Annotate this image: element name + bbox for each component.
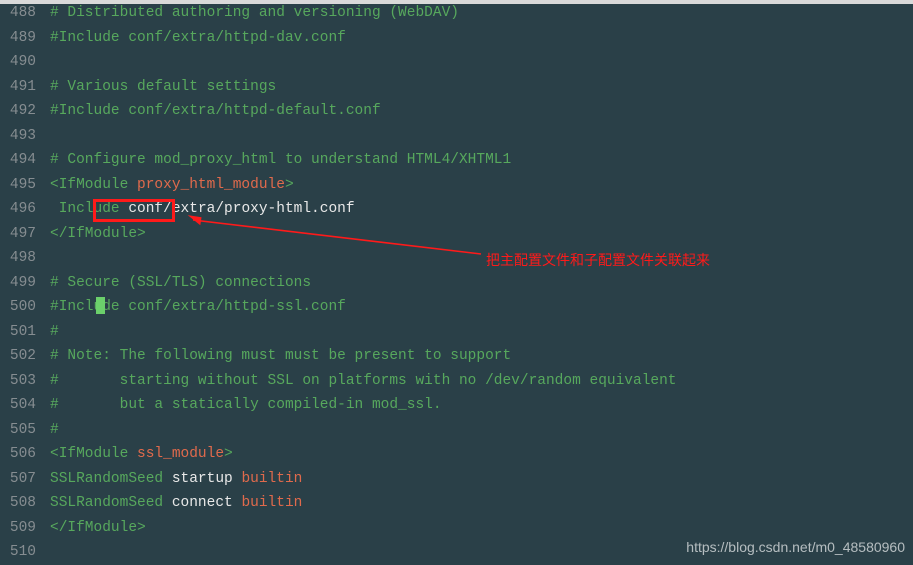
line-number: 501 (0, 320, 36, 345)
code-token: # but a statically compiled-in mod_ssl. (50, 397, 442, 413)
line-number: 497 (0, 222, 36, 247)
code-line[interactable]: </IfModule> (50, 222, 913, 247)
line-number: 491 (0, 75, 36, 100)
code-token: </IfModule> (50, 226, 146, 242)
code-token: <IfModule (50, 177, 137, 193)
code-line[interactable]: # Various default settings (50, 75, 913, 100)
code-line[interactable] (50, 246, 913, 271)
line-number: 509 (0, 516, 36, 541)
code-token: #Include conf/extra/httpd-dav.conf (50, 30, 346, 46)
line-number: 492 (0, 99, 36, 124)
line-number: 508 (0, 491, 36, 516)
code-token: # Note: The following must must be prese… (50, 348, 511, 364)
code-line[interactable]: # Distributed authoring and versioning (… (50, 1, 913, 26)
code-token: # Distributed authoring and versioning (… (50, 5, 459, 21)
line-number: 507 (0, 467, 36, 492)
code-token: # Secure (SSL/TLS) connections (50, 275, 311, 291)
code-token: builtin (241, 495, 302, 511)
code-line[interactable]: # Configure mod_proxy_html to understand… (50, 148, 913, 173)
code-line[interactable]: # starting without SSL on platforms with… (50, 369, 913, 394)
code-editor[interactable]: 4884894904914924934944954964974984995005… (0, 0, 913, 565)
line-number: 506 (0, 442, 36, 467)
code-token: # (50, 299, 59, 315)
line-number: 505 (0, 418, 36, 443)
line-gutter: 4884894904914924934944954964974984995005… (0, 0, 46, 565)
code-line[interactable] (50, 124, 913, 149)
line-number: 503 (0, 369, 36, 394)
code-line[interactable]: #Include conf/extra/httpd-ssl.conf (50, 295, 913, 320)
code-token: connect (172, 495, 242, 511)
code-line[interactable]: SSLRandomSeed startup builtin (50, 467, 913, 492)
code-token: #Include conf/extra/httpd-default.conf (50, 103, 381, 119)
code-line[interactable]: SSLRandomSeed connect builtin (50, 491, 913, 516)
code-line[interactable]: #Include conf/extra/httpd-default.conf (50, 99, 913, 124)
code-token: # (50, 422, 59, 438)
code-token: Include (50, 201, 128, 217)
line-number: 499 (0, 271, 36, 296)
line-number: 495 (0, 173, 36, 198)
code-token: ssl_module (137, 446, 224, 462)
code-line[interactable] (50, 50, 913, 75)
code-token: proxy_html_module (137, 177, 285, 193)
line-number: 504 (0, 393, 36, 418)
annotation-text: 把主配置文件和子配置文件关联起来 (486, 248, 710, 273)
code-token: # (50, 324, 59, 340)
line-number: 498 (0, 246, 36, 271)
line-number: 493 (0, 124, 36, 149)
code-token: conf/extra/proxy-html.conf (128, 201, 354, 217)
code-token: # starting without SSL on platforms with… (50, 373, 677, 389)
line-number: 496 (0, 197, 36, 222)
code-line[interactable]: # but a statically compiled-in mod_ssl. (50, 393, 913, 418)
line-number: 488 (0, 1, 36, 26)
code-token: <IfModule (50, 446, 137, 462)
line-number: 510 (0, 540, 36, 565)
code-line[interactable]: #Include conf/extra/httpd-dav.conf (50, 26, 913, 51)
code-line[interactable]: # (50, 320, 913, 345)
code-token: # Various default settings (50, 79, 276, 95)
code-line[interactable]: # Secure (SSL/TLS) connections (50, 271, 913, 296)
code-token: startup (172, 471, 242, 487)
code-token: > (224, 446, 233, 462)
code-line[interactable]: <IfModule ssl_module> (50, 442, 913, 467)
code-line[interactable]: <IfModule proxy_html_module> (50, 173, 913, 198)
cursor (96, 297, 105, 314)
line-number: 500 (0, 295, 36, 320)
code-token: SSLRandomSeed (50, 495, 172, 511)
code-token: # Configure mod_proxy_html to understand… (50, 152, 511, 168)
code-token: builtin (241, 471, 302, 487)
code-line[interactable]: # Note: The following must must be prese… (50, 344, 913, 369)
watermark: https://blog.csdn.net/m0_48580960 (686, 535, 905, 560)
code-line[interactable]: # (50, 418, 913, 443)
code-area[interactable]: 把主配置文件和子配置文件关联起来 # Distributed authoring… (46, 0, 913, 565)
line-number: 494 (0, 148, 36, 173)
code-line[interactable]: Include conf/extra/proxy-html.conf (50, 197, 913, 222)
code-token: </IfModule> (50, 520, 146, 536)
code-token: > (285, 177, 294, 193)
code-token: SSLRandomSeed (50, 471, 172, 487)
line-number: 489 (0, 26, 36, 51)
line-number: 502 (0, 344, 36, 369)
line-number: 490 (0, 50, 36, 75)
